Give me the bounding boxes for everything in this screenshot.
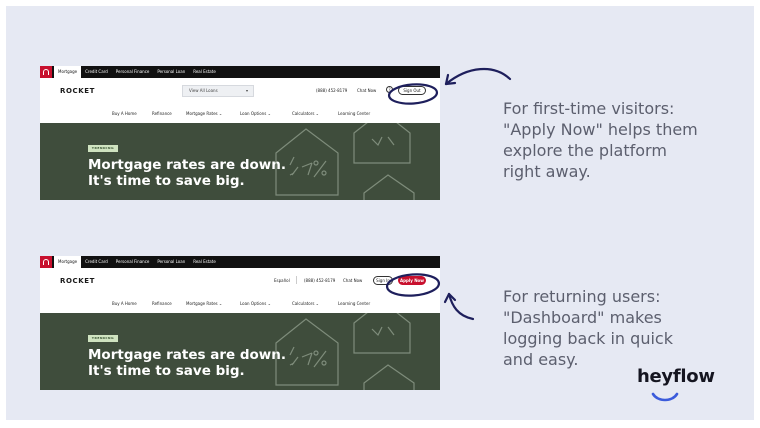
heyflow-smile-icon bbox=[651, 392, 679, 402]
slide: Mortgage Credit Card Personal Finance Pe… bbox=[6, 6, 754, 420]
